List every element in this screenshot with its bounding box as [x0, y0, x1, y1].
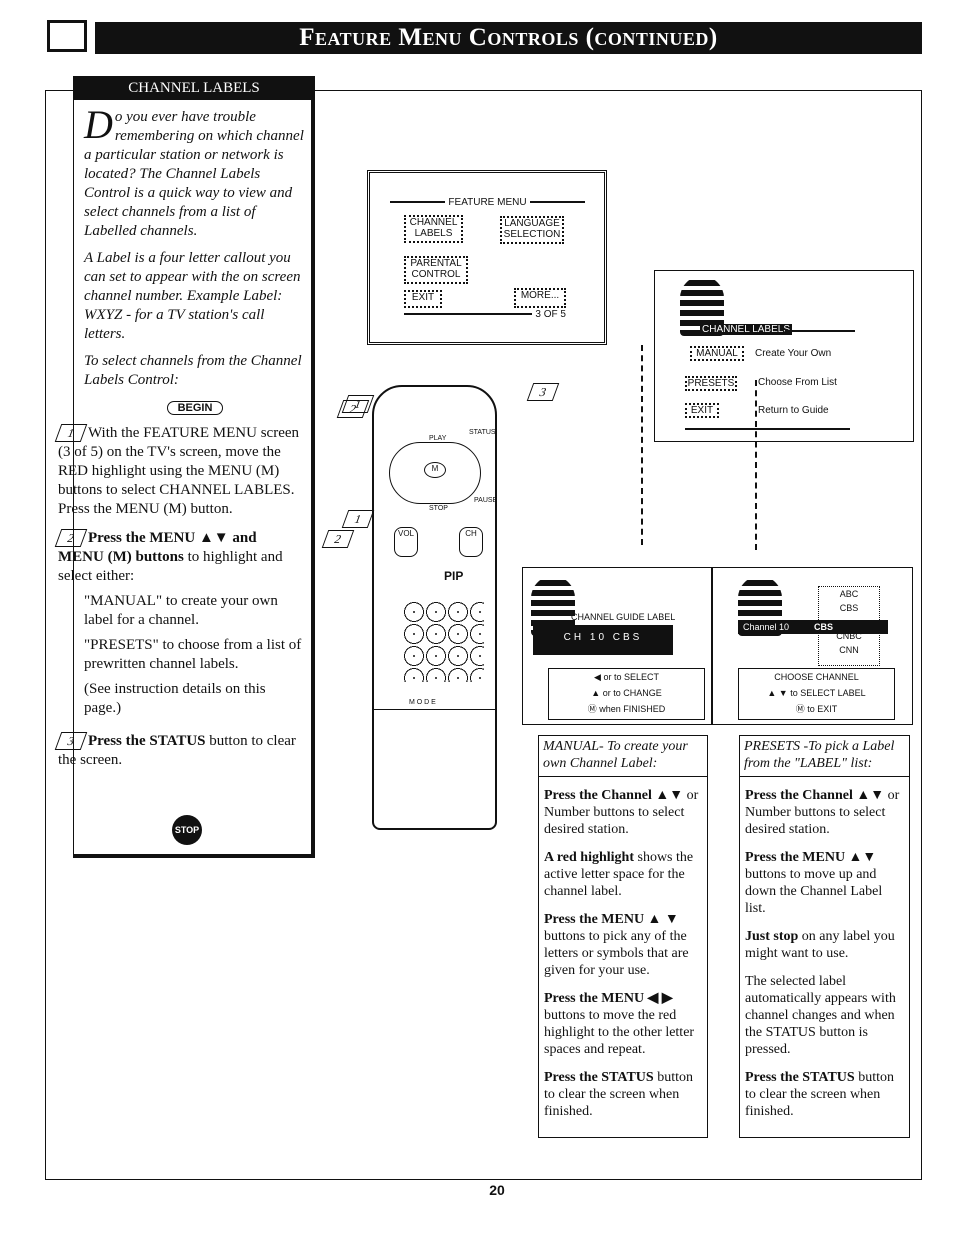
option-exit[interactable]: EXIT — [685, 403, 719, 418]
presets-screen: ABC CBS CNBC CNN Channel 10 CBS CHOOSE CHANN… — [712, 567, 913, 725]
paragraph: Press the MENU ▲ ▼ buttons to pick any o… — [544, 912, 689, 978]
drop-cap: D — [84, 102, 113, 147]
option-manual[interactable]: MANUAL — [690, 346, 744, 361]
menu-item-parental-control[interactable]: PARENTAL CONTROL — [404, 256, 468, 284]
page-indicator: 3 OF 5 — [532, 309, 569, 320]
menu-item-exit[interactable]: EXIT — [404, 290, 442, 308]
paragraph: Press the STATUS button to clear the scr… — [544, 1070, 693, 1119]
manual-screen: CHANNEL GUIDE LABEL CH 10 CBS ◀ or to SE… — [522, 567, 712, 725]
step-3: 3 Press the STATUS button to clear the sc… — [54, 732, 306, 770]
paragraph: The selected label automatically appears… — [745, 974, 896, 1057]
number-keypad — [404, 602, 484, 682]
presets-instructions: PRESETS -To pick a Label from the "LABEL… — [739, 735, 910, 1138]
option-presets[interactable]: PRESETS — [685, 376, 737, 391]
manual-title: MANUAL- To create your own Channel Label… — [539, 738, 707, 777]
list-item: (See instruction details on this page.) — [84, 681, 266, 716]
hint: Ⓜ when FINISHED — [587, 704, 666, 714]
selected-label: CBS — [814, 622, 834, 632]
option-desc: Create Your Own — [755, 348, 832, 359]
page-number: 20 — [489, 1182, 505, 1198]
arrow-line — [641, 345, 643, 545]
hint: ▲ or to CHANGE — [591, 688, 662, 698]
step-bold: Press the STATUS — [88, 733, 206, 749]
channel-labels-screen: CHANNEL LABELS MANUAL Create Your Own PR… — [654, 270, 914, 442]
hint: Ⓜ to EXIT — [795, 704, 838, 714]
option-desc: Return to Guide — [758, 405, 829, 416]
menu-item-more[interactable]: MORE... — [514, 288, 566, 308]
list-item: "PRESETS" to choose from a list of prewr… — [84, 637, 302, 672]
step-number: 1 — [54, 424, 88, 442]
manual-title: CHANNEL GUIDE LABEL — [571, 612, 676, 622]
channel-bar: Channel 10 CBS — [738, 620, 888, 634]
feature-menu-screen: FEATURE MENU CHANNEL LABELS LANGUAGE SEL… — [367, 170, 607, 345]
step-2: 2 Press the MENU ▲▼ and MENU (M) buttons … — [54, 529, 306, 718]
step-text: With the FEATURE MENU screen (3 of 5) on… — [58, 425, 300, 517]
presets-title: PRESETS -To pick a Label from the "LABEL… — [740, 738, 909, 777]
label-definition: A Label is a four letter callout you can… — [84, 250, 301, 342]
paragraph: Press the MENU ◀ ▶ buttons to move the r… — [544, 991, 695, 1057]
remote-control-image: M PLAY STATUS STOP PAUSE VOL CH PIP M O … — [372, 385, 497, 830]
step-1: 1 With the FEATURE MENU screen (3 of 5) o… — [54, 424, 306, 519]
hint: ▲ ▼ to SELECT LABEL — [767, 688, 866, 698]
to-select-text: To select channels from the Channel Labe… — [84, 353, 302, 388]
channel-labels-title: CHANNEL LABELS — [700, 324, 792, 335]
step-number: 2 — [54, 529, 88, 547]
option-desc: Choose From List — [758, 377, 837, 388]
arrow-line — [755, 380, 757, 550]
menu-item-channel-labels[interactable]: CHANNEL LABELS — [404, 215, 463, 243]
paragraph: Press the MENU ▲▼ buttons to move up and… — [745, 850, 883, 916]
stop-icon: STOP — [172, 815, 202, 845]
list-item: "MANUAL" to create your own label for a … — [84, 593, 278, 628]
sidebar-title: CHANNEL LABELS — [73, 76, 315, 100]
hint: CHOOSE CHANNEL — [774, 672, 859, 682]
hint: ◀ or to SELECT — [594, 672, 659, 682]
paragraph: Press the Channel ▲▼ or Number buttons t… — [745, 788, 900, 837]
begin-badge: BEGIN — [166, 401, 224, 415]
feature-menu-title: FEATURE MENU — [445, 197, 530, 208]
intro-text: o you ever have trouble remembering on w… — [84, 109, 304, 239]
menu-item-language-selection[interactable]: LANGUAGE SELECTION — [500, 216, 564, 244]
page-title: Feature Menu Controls (continued) — [95, 22, 922, 54]
step-number: 3 — [54, 732, 88, 750]
sidebar-text: Do you ever have trouble remembering on … — [54, 102, 306, 770]
paragraph: Press the Channel ▲▼ or Number buttons t… — [544, 788, 699, 837]
paragraph: A red highlight shows the active letter … — [544, 850, 694, 899]
label-entry: CH 10 CBS — [533, 625, 673, 655]
header-box-icon — [47, 20, 87, 52]
manual-instructions: MANUAL- To create your own Channel Label… — [538, 735, 708, 1138]
paragraph: Press the STATUS button to clear the scr… — [745, 1070, 894, 1119]
paragraph: Just stop on any label you might want to… — [745, 929, 895, 961]
